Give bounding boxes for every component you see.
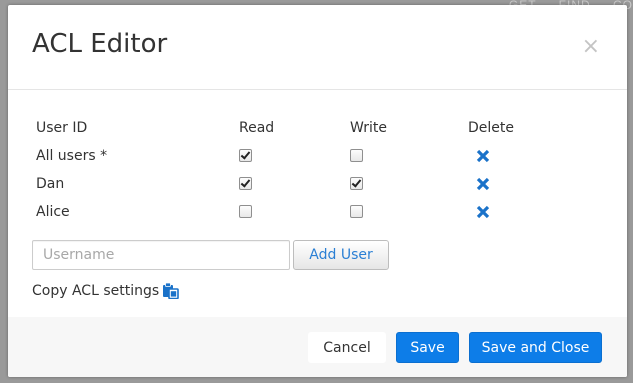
table-row: Dan	[28, 170, 536, 198]
username-input[interactable]	[32, 240, 290, 270]
delete-x-icon[interactable]	[476, 177, 490, 195]
save-button[interactable]: Save	[396, 332, 459, 363]
write-checkbox[interactable]	[350, 176, 363, 190]
header-read: Read	[239, 120, 275, 136]
read-checkbox[interactable]	[239, 176, 252, 190]
dialog-body: User ID Read Write Delete All users * Da…	[8, 90, 627, 317]
clipboard-icon[interactable]	[162, 282, 179, 303]
user-id-cell: All users *	[36, 148, 108, 164]
acl-table: User ID Read Write Delete All users * Da…	[28, 114, 536, 226]
dialog-header: ACL Editor ×	[8, 5, 627, 90]
user-id-cell: Alice	[36, 204, 70, 220]
copy-acl-label: Copy ACL settings	[32, 282, 160, 299]
write-checkbox[interactable]	[350, 148, 363, 162]
delete-x-icon[interactable]	[476, 205, 490, 223]
acl-editor-dialog: ACL Editor × User ID Read Write Delete A…	[8, 5, 627, 377]
add-user-button[interactable]: Add User	[293, 240, 389, 270]
cancel-button[interactable]: Cancel	[308, 332, 386, 363]
save-and-close-button[interactable]: Save and Close	[469, 332, 602, 363]
copy-acl-settings-link[interactable]: Copy ACL settings	[32, 280, 179, 301]
header-user-id: User ID	[36, 120, 88, 136]
table-row: All users *	[28, 142, 536, 170]
table-row: Alice	[28, 198, 536, 226]
read-checkbox[interactable]	[239, 204, 252, 218]
dialog-title: ACL Editor	[32, 29, 168, 59]
header-delete: Delete	[468, 120, 514, 136]
table-header-row: User ID Read Write Delete	[28, 114, 536, 142]
user-id-cell: Dan	[36, 176, 65, 192]
read-checkbox[interactable]	[239, 148, 252, 162]
delete-x-icon[interactable]	[476, 149, 490, 167]
close-icon[interactable]: ×	[582, 36, 600, 58]
dialog-footer: Cancel Save Save and Close	[8, 317, 627, 377]
header-write: Write	[350, 120, 387, 136]
write-checkbox[interactable]	[350, 204, 363, 218]
